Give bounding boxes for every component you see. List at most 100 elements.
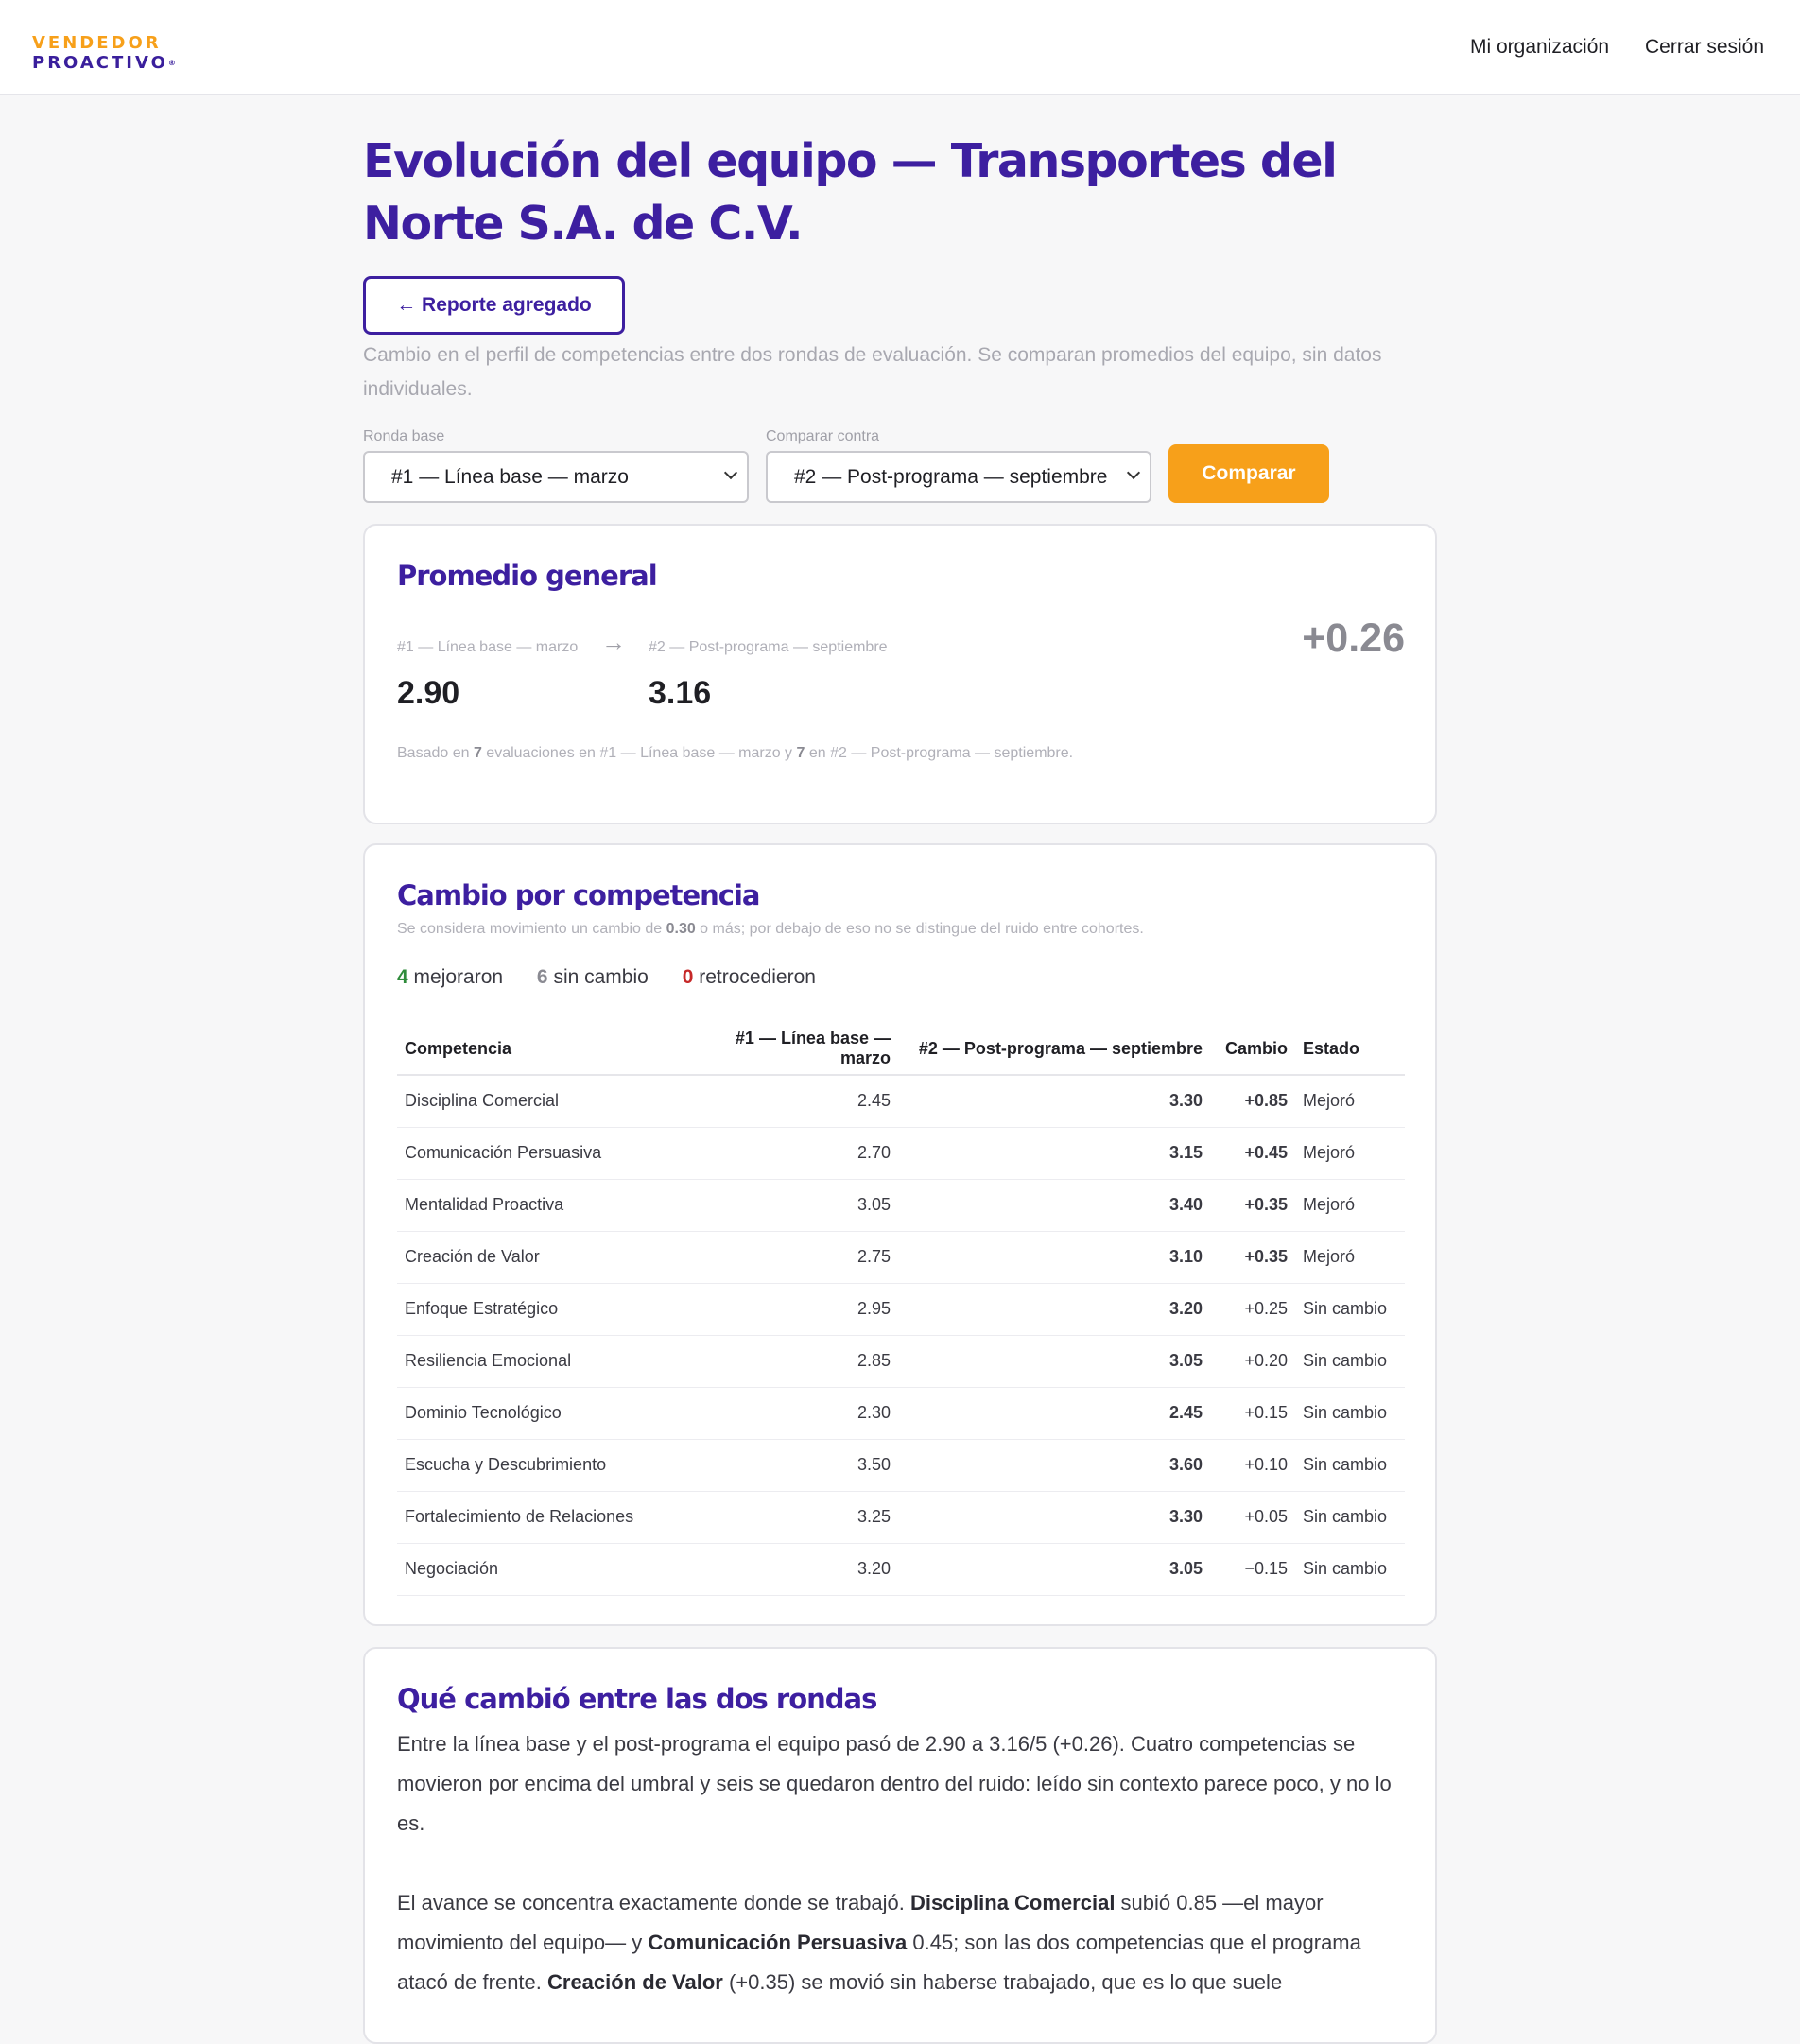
post-score: 3.30: [898, 1075, 1210, 1128]
base-score: 2.85: [681, 1335, 898, 1388]
general-average-title: Promedio general: [397, 560, 658, 592]
competency-name: Comunicación Persuasiva: [397, 1127, 681, 1180]
post-score: 3.05: [898, 1543, 1210, 1596]
table-row: Fortalecimiento de Relaciones 3.25 3.30 …: [397, 1491, 1405, 1544]
base-score: 3.20: [681, 1543, 898, 1596]
base-score: 3.50: [681, 1439, 898, 1492]
status-label: Mejoró: [1295, 1075, 1405, 1128]
status-label: Sin cambio: [1295, 1491, 1405, 1544]
score-change: +0.35: [1210, 1179, 1295, 1232]
average-delta: +0.26: [1302, 615, 1405, 661]
score-change: −0.15: [1210, 1543, 1295, 1596]
column-header-change: Cambio: [1210, 1023, 1295, 1076]
narrative-paragraph-2: El avance se concentra exactamente donde…: [397, 1891, 1361, 1994]
competency-name: Negociación: [397, 1543, 681, 1596]
score-change: +0.10: [1210, 1439, 1295, 1492]
nav-my-organization-link[interactable]: Mi organización: [1470, 36, 1609, 59]
score-change: +0.45: [1210, 1127, 1295, 1180]
competency-name: Fortalecimiento de Relaciones: [397, 1491, 681, 1544]
score-change: +0.35: [1210, 1231, 1295, 1284]
status-label: Sin cambio: [1295, 1387, 1405, 1440]
table-row: Creación de Valor 2.75 3.10 +0.35 Mejoró: [397, 1231, 1405, 1284]
base-score: 2.70: [681, 1127, 898, 1180]
post-score: 3.10: [898, 1231, 1210, 1284]
competency-change-card: Cambio por competencia Se considera movi…: [363, 843, 1437, 1626]
table-row: Comunicación Persuasiva 2.70 3.15 +0.45 …: [397, 1127, 1405, 1180]
post-score: 2.45: [898, 1387, 1210, 1440]
status-label: Sin cambio: [1295, 1439, 1405, 1492]
post-score: 3.60: [898, 1439, 1210, 1492]
status-label: Mejoró: [1295, 1231, 1405, 1284]
base-score: 2.75: [681, 1231, 898, 1284]
compare-round-caption: #2 — Post-programa — septiembre: [649, 639, 888, 655]
general-average-card: Promedio general #1 — Línea base — marzo…: [363, 524, 1437, 824]
status-label: Sin cambio: [1295, 1283, 1405, 1336]
logo-line-2: PROACTIVO®: [32, 53, 176, 73]
post-score: 3.40: [898, 1179, 1210, 1232]
table-row: Mentalidad Proactiva 3.05 3.40 +0.35 Mej…: [397, 1179, 1405, 1232]
base-score: 2.95: [681, 1283, 898, 1336]
base-average-value: 2.90: [397, 675, 460, 711]
table-row: Negociación 3.20 3.05 −0.15 Sin cambio: [397, 1543, 1405, 1596]
base-score: 3.25: [681, 1491, 898, 1544]
competency-name: Enfoque Estratégico: [397, 1283, 681, 1336]
competency-change-title: Cambio por competencia: [397, 879, 761, 911]
compare-button[interactable]: Comparar: [1168, 444, 1329, 503]
table-header-row: Competencia #1 — Línea base — marzo #2 —…: [397, 1023, 1405, 1076]
nav-logout-link[interactable]: Cerrar sesión: [1645, 36, 1764, 59]
base-round-label: Ronda base: [363, 428, 445, 444]
competency-name: Escucha y Descubrimiento: [397, 1439, 681, 1492]
page-subtitle: Cambio en el perfil de competencias entr…: [363, 344, 1382, 400]
post-score: 3.20: [898, 1283, 1210, 1336]
narrative-card: Qué cambió entre las dos rondas Entre la…: [363, 1647, 1437, 2044]
table-row: Disciplina Comercial 2.45 3.30 +0.85 Mej…: [397, 1075, 1405, 1128]
column-header-base: #1 — Línea base — marzo: [681, 1023, 898, 1076]
status-label: Mejoró: [1295, 1179, 1405, 1232]
page-title: Evolución del equipo — Transportes del N…: [363, 134, 1338, 251]
compare-round-value: #2 — Post-programa — septiembre: [794, 465, 1108, 488]
threshold-caption: Se considera movimiento un cambio de 0.3…: [397, 921, 1144, 937]
table-row: Dominio Tecnológico 2.30 2.45 +0.15 Sin …: [397, 1387, 1405, 1440]
base-round-select[interactable]: #1 — Línea base — marzo: [363, 451, 749, 503]
status-label: Sin cambio: [1295, 1543, 1405, 1596]
base-round-value: #1 — Línea base — marzo: [391, 465, 629, 488]
back-to-aggregate-report-button[interactable]: ← Reporte agregado: [363, 276, 625, 335]
chevron-down-icon: [723, 465, 738, 480]
score-change: +0.25: [1210, 1283, 1295, 1336]
top-bar: VENDEDOR PROACTIVO® Mi organización Cerr…: [0, 0, 1800, 95]
brand-logo[interactable]: VENDEDOR PROACTIVO®: [32, 33, 176, 73]
competency-name: Creación de Valor: [397, 1231, 681, 1284]
arrow-right-icon: →: [601, 628, 626, 656]
status-label: Sin cambio: [1295, 1335, 1405, 1388]
base-score: 2.30: [681, 1387, 898, 1440]
post-score: 3.05: [898, 1335, 1210, 1388]
base-score: 3.05: [681, 1179, 898, 1232]
competency-name: Dominio Tecnológico: [397, 1387, 681, 1440]
competency-table: Competencia #1 — Línea base — marzo #2 —…: [397, 1023, 1405, 1596]
table-row: Escucha y Descubrimiento 3.50 3.60 +0.10…: [397, 1439, 1405, 1492]
evaluations-note: Basado en 7 evaluaciones en #1 — Línea b…: [397, 745, 1074, 761]
column-header-status: Estado: [1295, 1023, 1405, 1076]
unchanged-summary: 6 sin cambio: [536, 966, 649, 988]
narrative-title: Qué cambió entre las dos rondas: [397, 1683, 877, 1715]
compare-round-select[interactable]: #2 — Post-programa — septiembre: [766, 451, 1151, 503]
competency-name: Mentalidad Proactiva: [397, 1179, 681, 1232]
score-change: +0.05: [1210, 1491, 1295, 1544]
column-header-post: #2 — Post-programa — septiembre: [898, 1023, 1210, 1076]
base-round-caption: #1 — Línea base — marzo: [397, 639, 579, 655]
score-change: +0.85: [1210, 1075, 1295, 1128]
table-row: Resiliencia Emocional 2.85 3.05 +0.20 Si…: [397, 1335, 1405, 1388]
compare-average-value: 3.16: [649, 675, 712, 711]
change-summary: 4 mejoraron 6 sin cambio 0 retrocedieron: [397, 966, 844, 989]
status-label: Mejoró: [1295, 1127, 1405, 1180]
competency-name: Disciplina Comercial: [397, 1075, 681, 1128]
score-change: +0.20: [1210, 1335, 1295, 1388]
post-score: 3.30: [898, 1491, 1210, 1544]
compare-round-label: Comparar contra: [766, 428, 880, 444]
competency-name: Resiliencia Emocional: [397, 1335, 681, 1388]
column-header-competency: Competencia: [397, 1023, 681, 1076]
table-row: Enfoque Estratégico 2.95 3.20 +0.25 Sin …: [397, 1283, 1405, 1336]
improved-summary: 4 mejoraron: [397, 966, 504, 988]
narrative-paragraph-1: Entre la línea base y el post-programa e…: [397, 1732, 1392, 1835]
logo-line-1: VENDEDOR: [32, 33, 162, 53]
